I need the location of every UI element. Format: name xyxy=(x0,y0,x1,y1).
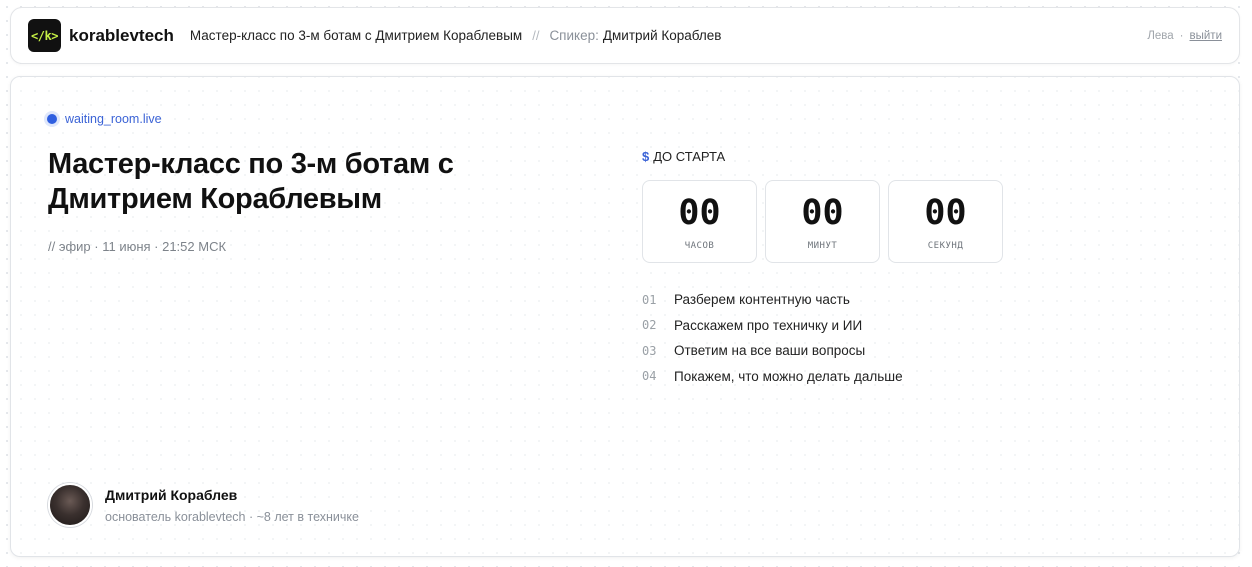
live-dot-icon xyxy=(47,114,57,124)
countdown-label: $ ДО СТАРТА xyxy=(642,149,725,164)
speaker-label: Спикер: xyxy=(549,28,599,43)
speaker-name: Дмитрий Кораблев xyxy=(602,28,722,43)
user-separator: · xyxy=(1179,29,1184,42)
top-bar: </k> korablevtech Мастер-класс по 3-м бо… xyxy=(10,7,1240,64)
countdown-hours-value: 00 xyxy=(678,193,721,233)
live-badge-label: waiting_room.live xyxy=(65,112,162,126)
agenda-item-text: Ответим на все ваши вопросы xyxy=(674,343,866,359)
agenda-item: 01 Разберем контентную часть xyxy=(642,287,903,313)
logo-glyph: </k> xyxy=(31,28,58,43)
avatar xyxy=(48,483,92,527)
user-menu: Лева · выйти xyxy=(1147,30,1222,42)
agenda-item-number: 01 xyxy=(642,292,657,307)
countdown-timer: 00 ЧАСОВ 00 МИНУТ 00 СЕКУНД xyxy=(642,180,1003,263)
agenda-item-text: Расскажем про техничку и ИИ xyxy=(674,317,863,333)
dollar-icon: $ xyxy=(642,149,650,164)
header-separator: // xyxy=(532,28,540,43)
countdown-seconds-unit: СЕКУНД xyxy=(927,241,964,251)
author-block: Дмитрий Кораблев основатель korablevtech… xyxy=(48,483,359,527)
page-title: Мастер-класс по 3-м ботам с Дмитрием Кор… xyxy=(48,148,454,215)
author-role: основатель korablevtech · ~8 лет в техни… xyxy=(105,509,359,524)
countdown-hours-unit: ЧАСОВ xyxy=(684,241,715,251)
countdown-label-text: ДО СТАРТА xyxy=(653,149,726,164)
agenda-item-number: 04 xyxy=(642,369,657,384)
agenda-item: 02 Расскажем про техничку и ИИ xyxy=(642,313,903,339)
brand-name[interactable]: korablevtech xyxy=(69,26,174,46)
live-badge: waiting_room.live xyxy=(47,112,162,126)
countdown-minutes-value: 00 xyxy=(801,193,844,233)
author-name: Дмитрий Кораблев xyxy=(105,486,238,503)
agenda-item-number: 03 xyxy=(642,343,657,358)
countdown-hours: 00 ЧАСОВ xyxy=(642,180,757,263)
waiting-room-card: waiting_room.live Мастер-класс по 3-м бо… xyxy=(10,76,1240,557)
agenda-list: 01 Разберем контентную часть 02 Расскаже… xyxy=(642,287,903,389)
countdown-seconds-value: 00 xyxy=(924,193,967,233)
agenda-item: 03 Ответим на все ваши вопросы xyxy=(642,338,903,364)
agenda-item-number: 02 xyxy=(642,318,657,333)
countdown-minutes: 00 МИНУТ xyxy=(765,180,880,263)
logout-link[interactable]: выйти xyxy=(1190,30,1223,42)
countdown-seconds: 00 СЕКУНД xyxy=(888,180,1003,263)
event-meta: // эфир · 11 июня · 21:52 МСК xyxy=(48,239,227,254)
countdown-minutes-unit: МИНУТ xyxy=(807,241,838,251)
agenda-item-text: Покажем, что можно делать дальше xyxy=(674,368,903,384)
header-event-title: Мастер-класс по 3-м ботам с Дмитрием Кор… xyxy=(189,28,523,43)
author-info: Дмитрий Кораблев основатель korablevtech… xyxy=(105,487,359,524)
agenda-item-text: Разберем контентную часть xyxy=(674,292,850,308)
user-name: Лева xyxy=(1147,29,1174,42)
agenda-item: 04 Покажем, что можно делать дальше xyxy=(642,364,903,390)
logo-icon[interactable]: </k> xyxy=(28,19,61,52)
